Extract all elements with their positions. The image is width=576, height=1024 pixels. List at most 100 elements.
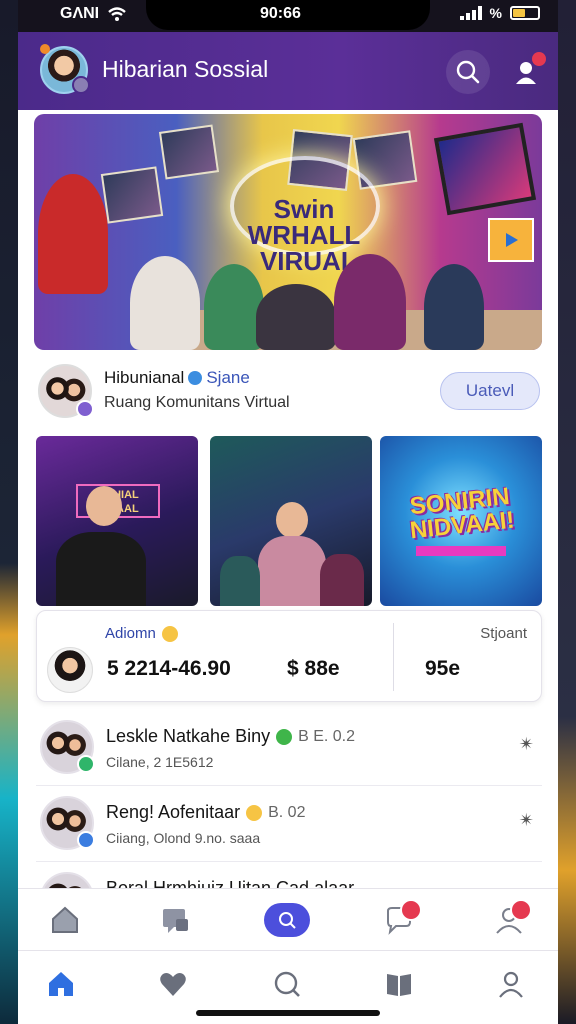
search-chat-icon [274, 971, 300, 997]
search-icon [279, 912, 296, 929]
tab-home-secondary[interactable] [40, 897, 90, 943]
status-time: 90:66 [260, 5, 301, 22]
verified-icon [188, 371, 203, 385]
carrier-label: GΛNI [60, 5, 100, 22]
home-icon [49, 972, 73, 996]
tab-search-chat[interactable] [262, 961, 312, 1007]
active-tab-pill [264, 903, 310, 937]
stats-value-primary: 5 2214-46.90 [107, 657, 231, 680]
list-subtitle: Cilane, 2 1E5612 [106, 754, 214, 770]
wall-poster [158, 124, 220, 180]
list-title: Leskle Natkahe Biny [106, 726, 271, 746]
status-badge-icon [77, 831, 95, 849]
stats-left-label-row: Adiomn [105, 625, 178, 642]
battery-icon [510, 6, 540, 20]
stats-right-label: Stjoant [480, 625, 527, 642]
background-right-edge [556, 0, 576, 1024]
title-ribbon [416, 546, 506, 556]
join-button[interactable]: Uatevl [440, 372, 540, 410]
notification-badge [532, 52, 546, 66]
search-icon [456, 60, 480, 84]
heart-icon [160, 973, 186, 996]
list-item[interactable]: Reng! Aofenitaar B. 02 Ciiang, Olond 9.n… [36, 786, 542, 862]
hero-banner-image[interactable]: Swin WRHALL VIRUAI [34, 114, 542, 350]
status-bar: GΛNI 90:66 % [18, 0, 558, 32]
person-body [220, 556, 260, 606]
message-card-icon [163, 909, 188, 933]
list-avatar [40, 720, 95, 774]
person-body [56, 532, 146, 606]
secondary-tab-bar [18, 888, 558, 950]
wall-poster [100, 166, 164, 224]
person-figure [38, 174, 108, 294]
list-subtitle: Ciiang, Olond 9.no. saaa [106, 830, 261, 846]
person-figure [204, 264, 264, 350]
tab-people[interactable] [484, 897, 534, 943]
status-badge-icon [77, 755, 95, 773]
person-face [86, 486, 122, 526]
list-meta: B. 02 [268, 803, 306, 821]
stats-avatar[interactable] [47, 647, 93, 693]
community-avatar[interactable] [38, 364, 94, 418]
profile-notifications-button[interactable] [504, 50, 548, 94]
list-title-row: Leskle Natkahe Biny B E. 0.2 [106, 726, 355, 747]
signal-percent: % [489, 5, 502, 21]
stats-value-secondary: 95e [425, 657, 461, 680]
gallery-tile-game-title[interactable]: SONIRIN NIDVAAI! [380, 436, 542, 606]
person-figure [256, 284, 336, 350]
smile-emoji-icon [161, 625, 178, 642]
background-left-edge [0, 0, 20, 1024]
person-body [258, 536, 326, 606]
tab-chat[interactable] [374, 897, 424, 943]
home-icon [52, 906, 78, 933]
status-left: GΛNI [60, 5, 127, 23]
stats-value-price: $ 88e [287, 657, 340, 680]
sparkle-icon[interactable]: ✴ [519, 810, 534, 831]
community-row[interactable]: Hibunianal Sjane Ruang Komunitans Virtua… [34, 358, 542, 424]
community-badge-icon [76, 400, 94, 418]
tab-messages-card[interactable] [150, 897, 200, 943]
community-subtitle: Ruang Komunitans Virtual [104, 394, 290, 411]
stats-divider [393, 623, 394, 691]
people-notification-badge [510, 899, 532, 921]
app-title: Hibarian Sossial [102, 56, 269, 82]
gallery-tile-arcade[interactable] [210, 436, 372, 606]
home-indicator[interactable] [196, 1010, 380, 1016]
book-icon [387, 974, 411, 996]
tab-library[interactable] [374, 961, 424, 1007]
person-face [276, 502, 308, 538]
presence-dot [72, 76, 90, 94]
tv-screen [433, 122, 537, 216]
stats-card: Adiomn Stjoant 5 2214-46.90 $ 88e 95e [36, 610, 542, 702]
play-icon[interactable] [488, 218, 534, 262]
smile-emoji-icon [246, 804, 263, 821]
list-item[interactable]: Leskle Natkahe Biny B E. 0.2 Cilane, 2 1… [36, 710, 542, 786]
community-name-row: Hibunianal Sjane [104, 368, 250, 388]
user-icon [499, 971, 523, 998]
wifi-icon [108, 7, 126, 21]
gallery-tile-karaoke[interactable]: URHIAL MIVAAL [36, 436, 198, 606]
tab-search[interactable] [262, 897, 312, 943]
search-button[interactable] [446, 50, 490, 94]
tab-favorites[interactable] [148, 961, 198, 1007]
status-right: % [459, 5, 540, 21]
stats-left-label: Adiomn [105, 625, 156, 642]
community-tag: Sjane [206, 368, 250, 387]
sparkle-icon[interactable]: ✴ [519, 734, 534, 755]
community-name: Hibunianal [104, 368, 185, 387]
chat-notification-badge [400, 899, 422, 921]
signal-icon [459, 6, 482, 20]
list-title: Reng! Aofenitaar [106, 802, 241, 822]
person-body [320, 554, 364, 606]
phone-screen: GΛNI 90:66 % Hibarian Sossial Swin WRHAL… [18, 0, 558, 1024]
feed-content: Swin WRHALL VIRUAI Hibunianal Sjane Ruan… [18, 110, 558, 926]
person-figure [334, 254, 406, 350]
person-figure [424, 264, 484, 350]
list-avatar [40, 796, 95, 850]
leaf-emoji-icon [276, 728, 293, 745]
person-figure [130, 256, 200, 350]
tab-home[interactable] [36, 961, 86, 1007]
user-avatar[interactable] [40, 44, 90, 94]
tab-profile[interactable] [486, 961, 536, 1007]
app-header: Hibarian Sossial [18, 32, 558, 110]
